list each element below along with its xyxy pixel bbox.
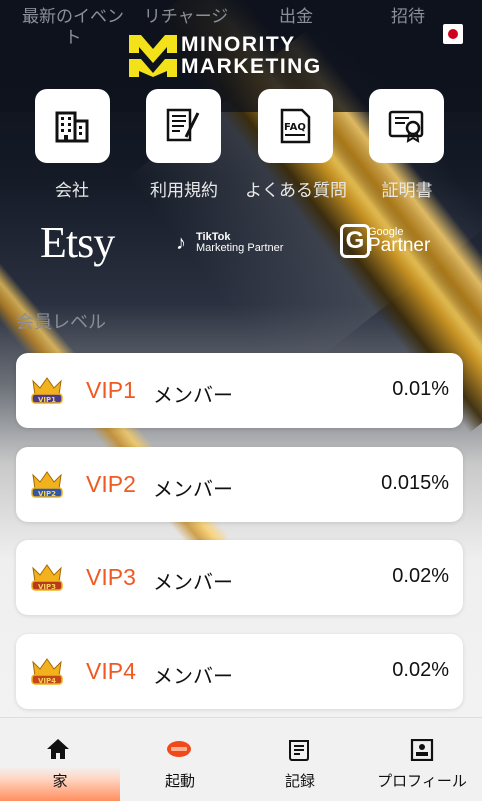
building-icon: [55, 111, 89, 143]
partner-text: Partner: [368, 235, 431, 256]
member-label: メンバー: [153, 666, 233, 688]
vip-card-3[interactable]: VIP3 VIP3 メンバー 0.02%: [16, 540, 463, 615]
certificate-link[interactable]: [369, 89, 444, 163]
vip-card-2[interactable]: VIP2 VIP2 メンバー 0.015%: [16, 447, 463, 522]
company-label: 会社: [55, 181, 89, 200]
terms-label: 利用規約: [150, 181, 218, 200]
crown-icon: VIP2: [31, 471, 63, 498]
document-icon: [166, 108, 200, 142]
tab-profile-label: プロフィール: [377, 773, 467, 790]
tab-profile[interactable]: プロフィール: [360, 718, 480, 801]
vip-card-4[interactable]: VIP4 VIP4 メンバー 0.02%: [16, 634, 463, 709]
vip-level: VIP2: [86, 471, 136, 497]
faq-link[interactable]: FAQ: [258, 89, 333, 163]
logo-line-1: MINORITY: [181, 33, 296, 56]
svg-text:VIP4: VIP4: [38, 677, 56, 685]
tab-launch[interactable]: 起動: [120, 718, 240, 801]
member-label: メンバー: [153, 479, 233, 501]
nav-invite[interactable]: 招待: [388, 6, 428, 27]
google-partner-logo: G Google Partner: [340, 224, 432, 262]
vip-level: VIP3: [86, 564, 136, 590]
crown-icon: VIP3: [31, 564, 63, 591]
nav-withdraw[interactable]: 出金: [276, 6, 316, 27]
japan-flag-icon[interactable]: [443, 24, 463, 44]
launch-icon: [167, 741, 191, 757]
records-icon: [289, 740, 309, 761]
nav-recharge[interactable]: リチャージ: [140, 6, 232, 27]
google-g-icon: G: [340, 224, 370, 258]
faq-label: よくある質問: [245, 181, 347, 200]
faq-icon: FAQ: [280, 108, 311, 144]
vip-level: VIP4: [86, 658, 136, 684]
tab-home[interactable]: 家: [0, 718, 120, 801]
vip-level: VIP1: [86, 377, 136, 403]
svg-text:VIP2: VIP2: [38, 490, 56, 498]
svg-text:FAQ: FAQ: [284, 122, 306, 133]
tiktok-partner-logo: ♪ TikTok Marketing Partner: [176, 230, 306, 256]
certificate-label: 証明書: [381, 181, 433, 200]
tiktok-subtext: Marketing Partner: [196, 242, 284, 254]
terms-link[interactable]: [146, 89, 221, 163]
logo-line-2: MARKETING: [181, 55, 322, 78]
crown-icon: VIP1: [31, 377, 63, 404]
home-icon: [47, 739, 69, 759]
vip-card-1[interactable]: VIP1 VIP1 メンバー 0.01%: [16, 353, 463, 428]
commission-rate: 0.02%: [392, 565, 449, 587]
crown-icon: VIP4: [31, 658, 63, 685]
bottom-tab-bar: 家 起動 記録 プロフィール: [0, 717, 482, 801]
tiktok-icon: ♪: [176, 232, 186, 254]
commission-rate: 0.02%: [392, 659, 449, 681]
tab-records-label: 記録: [284, 773, 315, 790]
logo-text: MINORITY MARKETING: [181, 34, 322, 78]
commission-rate: 0.015%: [381, 472, 449, 494]
company-link[interactable]: [35, 89, 110, 163]
nav-latest-events[interactable]: 最新のイベント: [14, 6, 132, 48]
member-label: メンバー: [153, 572, 233, 594]
tab-launch-label: 起動: [164, 773, 195, 790]
etsy-logo: Etsy: [40, 218, 115, 267]
tab-records[interactable]: 記録: [240, 718, 360, 801]
commission-rate: 0.01%: [392, 378, 449, 400]
profile-icon: [410, 739, 434, 761]
member-level-title: 会員レベル: [16, 312, 106, 332]
brand-logo: MINORITY MARKETING: [127, 33, 349, 79]
logo-mark-icon: [129, 35, 177, 77]
certificate-icon: [388, 110, 424, 143]
svg-text:VIP1: VIP1: [38, 396, 56, 404]
tab-home-label: 家: [52, 773, 68, 790]
svg-text:VIP3: VIP3: [38, 583, 56, 591]
member-label: メンバー: [153, 385, 233, 407]
